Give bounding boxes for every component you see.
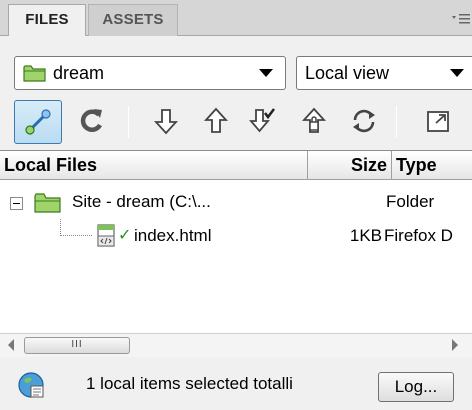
log-button[interactable]: Log... <box>378 372 454 402</box>
file-row-index-html[interactable]: ✓ index.html 1KB Firefox D <box>0 219 472 253</box>
file-name: index.html <box>134 226 212 245</box>
connect-icon <box>25 109 51 135</box>
refresh-icon <box>80 109 102 132</box>
get-files-button[interactable] <box>146 100 186 142</box>
column-header-local-files[interactable]: Local Files <box>0 151 308 180</box>
column-header-type[interactable]: Type <box>392 151 472 180</box>
file-name: Site - dream (C:\... <box>72 192 211 211</box>
scroll-right-icon[interactable] <box>452 339 458 351</box>
folder-icon <box>34 193 61 213</box>
collapse-toggle-icon[interactable] <box>10 197 23 210</box>
scrollbar-thumb[interactable]: III <box>24 337 130 354</box>
file-type: Folder <box>386 192 435 211</box>
tree-connector <box>60 219 92 236</box>
site-globe-icon <box>18 372 44 398</box>
file-row-site-folder[interactable]: Site - dream (C:\... Folder <box>0 185 472 219</box>
put-files-icon <box>203 107 229 133</box>
synchronize-icon <box>353 109 375 133</box>
tab-assets[interactable]: ASSETS <box>88 4 178 36</box>
view-select[interactable]: Local view <box>296 56 472 90</box>
expand-button[interactable] <box>418 100 458 142</box>
status-bar: 1 local items selected totalli Log... <box>0 362 472 410</box>
column-headers: Local Files Size Type <box>0 151 472 180</box>
check-in-button[interactable] <box>294 100 334 142</box>
tab-files[interactable]: FILES <box>8 4 86 36</box>
site-select-value: dream <box>53 63 105 83</box>
checkmark-icon: ✓ <box>118 227 132 244</box>
folder-icon <box>23 65 46 82</box>
status-message: 1 local items selected totalli <box>86 374 293 393</box>
connect-button[interactable] <box>14 100 62 144</box>
chevron-down-icon <box>259 69 273 77</box>
check-out-icon <box>249 108 275 133</box>
check-out-button[interactable] <box>242 100 282 142</box>
put-files-button[interactable] <box>196 100 236 142</box>
file-size: 1KB <box>349 226 382 245</box>
scroll-left-icon[interactable] <box>8 339 14 351</box>
column-header-size[interactable]: Size <box>308 151 392 180</box>
view-select-value: Local view <box>305 63 390 83</box>
files-toolbar <box>0 100 472 146</box>
site-select[interactable]: dream <box>14 56 286 90</box>
synchronize-button[interactable] <box>344 100 384 142</box>
horizontal-scrollbar[interactable]: III <box>0 333 472 357</box>
chevron-down-icon <box>450 69 464 77</box>
panel-tab-bar: FILES ASSETS <box>0 0 472 36</box>
refresh-button[interactable] <box>72 100 112 142</box>
get-files-icon <box>153 109 179 135</box>
panel-options-menu-icon[interactable] <box>450 10 472 28</box>
check-in-icon <box>301 107 327 133</box>
local-files-panel: Local Files Size Type Site - dream (C:\.… <box>0 150 472 357</box>
html-file-icon <box>97 224 115 247</box>
file-type: Firefox D <box>384 226 453 245</box>
expand-icon <box>427 111 449 132</box>
